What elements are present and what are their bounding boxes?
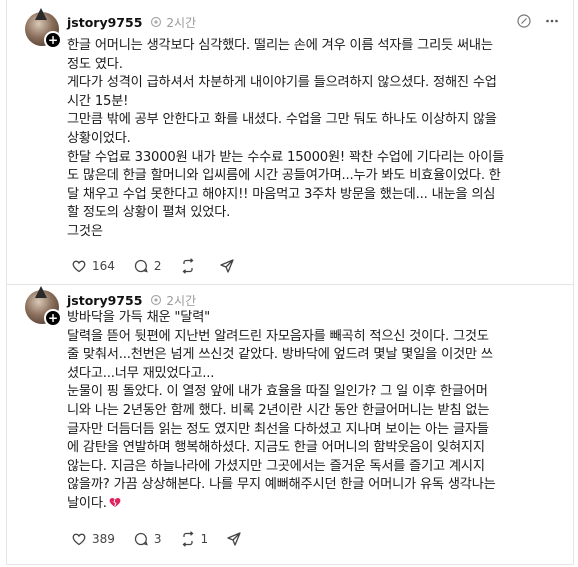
- heart-icon: [72, 533, 86, 546]
- post-text-line: 도 많은데 한글 할머니와 입씨름에 시간 공들여가며...누가 봐도 비효율이…: [67, 168, 501, 184]
- comment-button[interactable]: 2: [133, 258, 162, 274]
- repost-action-icon: [182, 531, 194, 547]
- like-button[interactable]: 389: [71, 531, 115, 547]
- post-text-line: 니와 나는 2년동안 함께 했다. 비록 2년이란 시간 동안 한글어머니는 받…: [67, 402, 490, 418]
- like-count: 389: [92, 532, 115, 546]
- share-button[interactable]: [219, 258, 240, 274]
- post-text-line: 시간 15분!: [67, 93, 129, 109]
- post-time: 2시간: [166, 293, 197, 308]
- follow-plus-icon[interactable]: +: [44, 31, 62, 49]
- post-text-line: 정도 였다.: [67, 56, 123, 72]
- party-hat-icon: [35, 8, 47, 20]
- username[interactable]: jstory9755: [67, 293, 142, 308]
- share-icon: [219, 259, 234, 273]
- post-header: jstory9755 2시간: [67, 290, 196, 310]
- share-icon: [227, 532, 241, 546]
- broken-heart-icon: [109, 497, 121, 508]
- thread-post: + jstory9755 2시간 방바닥을 가득 채운 "달력" 달력을 뜯어 …: [7, 284, 573, 565]
- follow-plus-icon[interactable]: +: [44, 309, 62, 327]
- post-text-line: 날이다.: [67, 495, 557, 514]
- comment-icon: [134, 259, 148, 273]
- post-text-line: 에 감탄을 연발하며 행복해하셨다. 지금도 한글 어머니의 함박웃음이 잊혀지…: [67, 440, 485, 456]
- post-footer: 389 3 1: [71, 531, 247, 547]
- feed: + jstory9755 2시간 한글 어머니는 생각보다 심각했다. 떨리는 …: [6, 0, 574, 565]
- comment-count: 3: [153, 532, 162, 546]
- post-content: 한글 어머니는 생각보다 심각했다. 떨리는 손에 겨우 이름 석자를 그리듯 …: [67, 37, 557, 242]
- repost-action-icon: [182, 258, 194, 274]
- post-text-line: 한글 어머니는 생각보다 심각했다. 떨리는 손에 겨우 이름 석자를 그리듯 …: [67, 38, 493, 53]
- post-text-line: 상황이었다.: [67, 130, 131, 146]
- edit-icon[interactable]: [517, 14, 531, 28]
- post-text-tail: 날이다.: [67, 495, 107, 511]
- post-text-line: 게다가 성격이 급하셔서 차분하게 내이야기를 들으려하지 않으셨다. 정해진 …: [67, 75, 497, 91]
- post-text-line: 그것은: [67, 223, 103, 239]
- post-text-line: 할 정도의 상황이 펼쳐 있었다.: [67, 205, 231, 221]
- post-text-line: 않는다. 지금은 하늘나라에 가셨지만 그곳에서는 즐거운 독서를 즐기고 계시…: [67, 458, 485, 474]
- party-hat-icon: [35, 286, 47, 298]
- post-text-line: 달력을 뜯어 뒷편에 지난번 알려드린 자모음자를 빼곡히 적으신 것이다. 그…: [67, 328, 489, 344]
- post-text-line: 달 채우고 수업 못한다고 해야지!! 마음먹고 3주차 방문을 했는데... …: [67, 186, 496, 202]
- repost-icon: [151, 294, 162, 306]
- post-actions-top: [517, 14, 559, 28]
- repost-icon: [151, 16, 162, 28]
- comment-count: 2: [153, 259, 162, 273]
- post-text-line: 줄 맞춰서...천번은 넘게 쓰신것 같았다. 방바닥에 엎드려 몇날 몇일을 …: [67, 347, 493, 363]
- post-text-line: 눈물이 핑 돌았다. 이 열정 앞에 내가 효율을 따질 일인가? 그 일 이후…: [67, 384, 488, 400]
- post-text-line: 한달 수업료 33000원 내가 받는 수수료 15000원! 꽉찬 수업에 기…: [67, 149, 505, 165]
- post-time: 2시간: [166, 15, 197, 30]
- post-content: 방바닥을 가득 채운 "달력" 달력을 뜯어 뒷편에 지난번 알려드린 자모음자…: [67, 309, 557, 514]
- comment-button[interactable]: 3: [133, 531, 162, 547]
- username[interactable]: jstory9755: [67, 15, 142, 30]
- post-header: jstory9755 2시간: [67, 12, 196, 32]
- post-text-line: 방바닥을 가득 채운 "달력": [67, 310, 211, 325]
- like-button[interactable]: 164: [71, 258, 115, 274]
- heart-icon: [72, 260, 86, 273]
- post-text-line: 글자만 더듬더듬 읽는 정도 였지만 최선을 다하셨고 지나며 보이는 아는 글…: [67, 421, 489, 437]
- post-text-line: 않을까? 가끔 상상해본다. 나를 무지 예뻐해주시던 한글 어머니가 유독 생…: [67, 477, 496, 493]
- repost-count: 1: [200, 532, 209, 546]
- avatar[interactable]: +: [25, 286, 62, 327]
- repost-button[interactable]: [180, 258, 201, 274]
- post-text-line: 그만큼 밖에 공부 안한다고 화를 내셨다. 수업을 그만 둬도 하나도 이상하…: [67, 112, 497, 128]
- thread-post: + jstory9755 2시간 한글 어머니는 생각보다 심각했다. 떨리는 …: [7, 0, 573, 285]
- post-footer: 164 2: [71, 258, 240, 274]
- share-button[interactable]: [226, 531, 247, 547]
- more-icon[interactable]: [545, 14, 559, 28]
- comment-icon: [134, 532, 148, 546]
- like-count: 164: [92, 259, 115, 273]
- repost-button[interactable]: 1: [180, 531, 209, 547]
- avatar[interactable]: +: [25, 8, 62, 49]
- post-text-line: 셨다고...너무 재밌었다고...: [67, 365, 215, 381]
